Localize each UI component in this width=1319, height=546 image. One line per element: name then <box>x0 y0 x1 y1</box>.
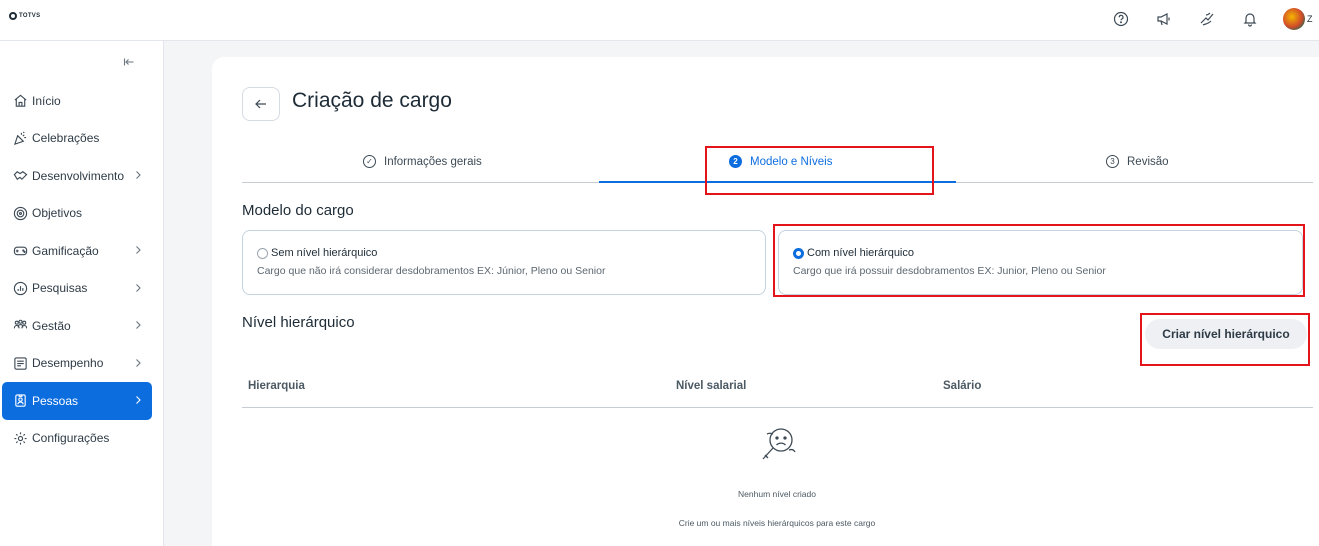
survey-icon <box>12 280 28 296</box>
highlight-box-step <box>705 146 934 195</box>
sidebar-item-desempenho[interactable]: Desempenho <box>2 345 152 383</box>
people-icon <box>12 318 28 334</box>
sidebar-item-label: Pessoas <box>32 393 79 408</box>
sidebar-item-celebracoes[interactable]: Celebrações <box>2 120 152 158</box>
sidebar-item-label: Configurações <box>32 431 110 446</box>
chevron-right-icon <box>132 169 144 181</box>
top-icons: Z <box>1087 8 1319 30</box>
arrow-left-icon <box>255 99 266 109</box>
radio-button[interactable] <box>257 247 268 259</box>
chevron-right-icon <box>132 282 144 294</box>
logo-ring-icon <box>9 12 17 20</box>
sidebar-item-label: Gamificação <box>32 243 99 258</box>
top-bar: TOTVS Z <box>0 0 1319 41</box>
totvs-logo[interactable]: TOTVS <box>9 12 40 20</box>
gamepad-icon <box>12 243 28 259</box>
sidebar-item-pesquisas[interactable]: Pesquisas <box>2 270 152 308</box>
model-section-title: Modelo do cargo <box>242 202 354 219</box>
highlight-box-option <box>773 224 1305 297</box>
option-label: Sem nível hierárquico <box>271 247 378 259</box>
step-label: Revisão <box>1127 155 1169 168</box>
step-informacoes-gerais[interactable]: ✓ Informações gerais <box>363 155 482 168</box>
user-avatar[interactable] <box>1283 8 1305 30</box>
sidebar-item-label: Gestão <box>32 318 71 333</box>
sidebar-item-inicio[interactable]: Início <box>2 82 152 120</box>
sidebar-item-configuracoes[interactable]: Configurações <box>2 420 152 458</box>
sidebar-item-label: Desempenho <box>32 356 104 371</box>
sidebar-item-pessoas[interactable]: Pessoas <box>2 382 152 420</box>
chevron-right-icon <box>132 319 144 331</box>
logo-text: TOTVS <box>19 13 41 19</box>
empty-title: Nenhum nível criado <box>738 489 816 499</box>
bell-icon[interactable] <box>1241 10 1259 28</box>
step-number: 3 <box>1106 155 1119 168</box>
megaphone-icon[interactable] <box>1155 10 1173 28</box>
page-title: Criação de cargo <box>292 89 452 112</box>
handshake-icon <box>12 168 28 184</box>
chart-board-icon <box>12 355 28 371</box>
badge-icon <box>12 393 28 409</box>
form-card: Criação de cargo ✓ Informações gerais 2 … <box>212 57 1319 546</box>
help-icon[interactable] <box>1112 10 1130 28</box>
sidebar-item-objetivos[interactable]: Objetivos <box>2 195 152 233</box>
empty-search-icon <box>759 424 799 466</box>
sidebar-item-label: Celebrações <box>32 131 100 146</box>
empty-description: Crie um ou mais níveis hierárquicos para… <box>678 518 876 528</box>
sidebar-item-label: Objetivos <box>32 206 83 221</box>
chevron-right-icon <box>132 244 144 256</box>
step-check-icon: ✓ <box>363 155 376 168</box>
sidebar-item-desenvolvimento[interactable]: Desenvolvimento <box>2 157 152 195</box>
option-sem-nivel[interactable]: Sem nível hierárquico Cargo que não irá … <box>242 230 766 295</box>
highlight-box-button <box>1140 313 1310 366</box>
sidebar-item-label: Pesquisas <box>32 281 88 296</box>
chevron-right-icon <box>132 357 144 369</box>
column-nivel-salarial: Nível salarial <box>676 380 747 392</box>
option-description: Cargo que não irá considerar desdobramen… <box>257 265 606 277</box>
main-content: Criação de cargo ✓ Informações gerais 2 … <box>164 41 1319 546</box>
chevron-right-icon <box>132 394 144 406</box>
hand-icon[interactable] <box>1198 10 1216 28</box>
level-section-title: Nível hierárquico <box>242 314 355 331</box>
collapse-left-icon[interactable] <box>123 56 135 71</box>
step-revisao[interactable]: 3 Revisão <box>1106 155 1169 168</box>
table-header: Hierarquia Nível salarial Salário <box>242 377 1313 408</box>
back-button[interactable] <box>242 87 280 121</box>
sidebar-nav: Início Celebrações Desenvolvimento Objet… <box>2 82 152 457</box>
target-icon <box>12 205 28 221</box>
sidebar-item-label: Desenvolvimento <box>32 168 125 183</box>
user-initial: Z <box>1307 14 1313 24</box>
step-label: Informações gerais <box>384 155 482 168</box>
home-icon <box>12 93 28 109</box>
column-hierarquia: Hierarquia <box>248 380 305 392</box>
gear-icon <box>12 430 28 446</box>
sidebar-item-label: Início <box>32 93 61 108</box>
party-icon <box>12 130 28 146</box>
sidebar: Início Celebrações Desenvolvimento Objet… <box>0 41 164 546</box>
column-salario: Salário <box>943 380 982 392</box>
sidebar-item-gestao[interactable]: Gestão <box>2 307 152 345</box>
sidebar-item-gamificacao[interactable]: Gamificação <box>2 232 152 270</box>
